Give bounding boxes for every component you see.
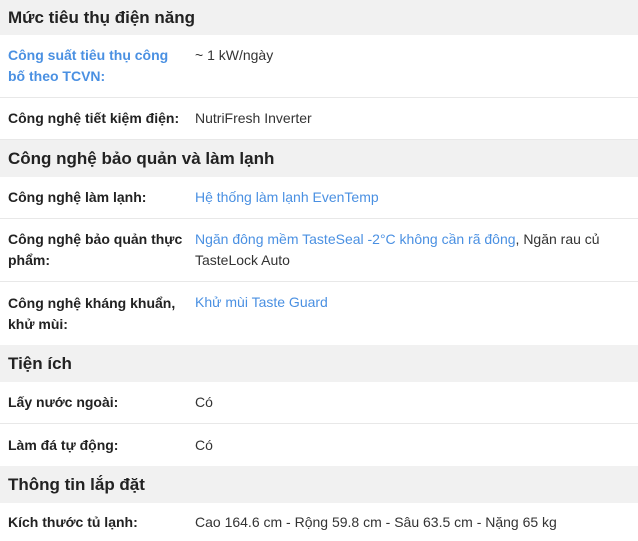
section-title-cooling: Công nghệ bảo quản và làm lạnh [0, 140, 638, 177]
table-row: Kích thước tủ lạnh: Cao 164.6 cm - Rộng … [0, 503, 638, 541]
row-label: Công nghệ tiết kiệm điện: [8, 110, 180, 126]
table-row: Công nghệ bảo quản thực phẩm: Ngăn đông … [0, 219, 638, 282]
section-title-installation: Thông tin lắp đặt [0, 466, 638, 503]
cooling-tech-link[interactable]: Hệ thống làm lạnh EvenTemp [195, 189, 379, 205]
row-label: Công nghệ làm lạnh: [8, 189, 147, 205]
section-title-utilities: Tiện ích [0, 345, 638, 382]
spec-table: Mức tiêu thụ điện năng Công suất tiêu th… [0, 0, 638, 541]
freezer-tech-link[interactable]: Ngăn đông mềm TasteSeal -2°C không cần r… [195, 231, 516, 247]
row-label: Công nghệ bảo quản thực phẩm: [8, 231, 183, 268]
table-row: Công suất tiêu thụ công bố theo TCVN: ~ … [0, 35, 638, 98]
row-label: Lấy nước ngoài: [8, 394, 119, 410]
row-label: Công nghệ kháng khuẩn, khử mùi: [8, 294, 176, 332]
row-value: Có [195, 394, 213, 410]
table-row: Làm đá tự động: Có [0, 424, 638, 466]
antibacterial-tech-link[interactable]: Khử mùi Taste Guard [195, 294, 328, 310]
table-row: Công nghệ tiết kiệm điện: NutriFresh Inv… [0, 98, 638, 140]
row-value: ~ 1 kW/ngày [195, 47, 274, 63]
row-value: Cao 164.6 cm - Rộng 59.8 cm - Sâu 63.5 c… [195, 513, 557, 530]
table-row: Công nghệ kháng khuẩn, khử mùi: Khử mùi … [0, 282, 638, 345]
row-value: NutriFresh Inverter [195, 110, 312, 126]
table-row: Lấy nước ngoài: Có [0, 382, 638, 424]
row-label-link[interactable]: Công suất tiêu thụ công bố theo TCVN: [0, 45, 195, 87]
section-title-power: Mức tiêu thụ điện năng [0, 0, 638, 35]
row-label: Kích thước tủ lạnh: [8, 513, 138, 530]
row-value: Có [195, 436, 213, 453]
row-label: Làm đá tự động: [8, 436, 119, 453]
table-row: Công nghệ làm lạnh: Hệ thống làm lạnh Ev… [0, 177, 638, 219]
